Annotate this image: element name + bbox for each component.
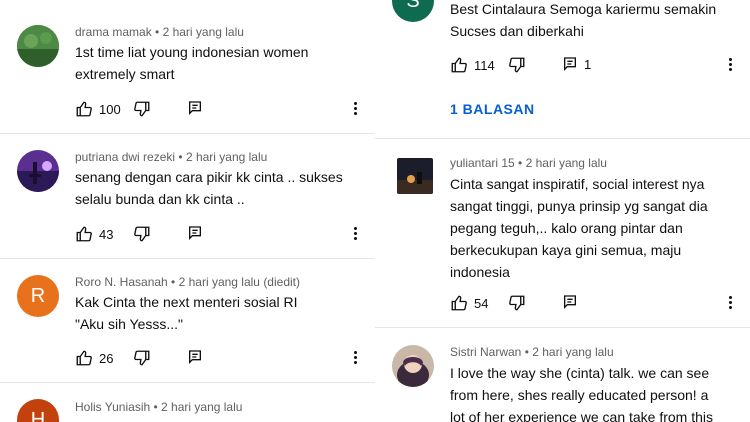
reply-icon	[564, 57, 576, 71]
like-count: 100	[99, 101, 121, 117]
comment-text: senang dengan cara pikir kk cinta .. suk…	[75, 169, 343, 207]
thumbs-down-icon	[134, 226, 150, 242]
comment-text: I love the way she (cinta) talk. we can …	[450, 365, 714, 422]
comment-time[interactable]: 2 hari yang lalu	[532, 345, 613, 359]
reply-icon	[564, 295, 576, 309]
like-count: 54	[474, 295, 489, 311]
like-button[interactable]: 100	[75, 100, 121, 118]
reply-button[interactable]	[187, 349, 203, 365]
avatar[interactable]: S	[392, 0, 434, 22]
reply-button[interactable]: 1	[562, 56, 591, 72]
avatar[interactable]	[392, 345, 434, 387]
comment-time[interactable]: 2 hari yang lalu	[186, 150, 267, 164]
reply-button[interactable]	[187, 100, 203, 116]
comment-time[interactable]: 2 hari yang lalu (diedit)	[179, 275, 300, 289]
comment-meta: Roro N. Hasanah • 2 hari yang lalu (died…	[75, 275, 300, 289]
more-options-icon[interactable]	[729, 56, 733, 73]
comment-author[interactable]: Sistri Narwan	[450, 345, 521, 359]
divider	[0, 258, 375, 259]
like-count: 43	[99, 226, 114, 242]
thumbs-down-icon	[134, 101, 150, 117]
comments-panel-left: drama mamak • 2 hari yang lalu 1st time …	[0, 0, 375, 422]
dislike-button[interactable]	[508, 56, 526, 74]
thumbs-up-icon	[76, 101, 92, 117]
avatar-letter: H	[30, 408, 46, 422]
divider	[375, 138, 750, 139]
divider	[375, 327, 750, 328]
comment-meta: Sistri Narwan • 2 hari yang lalu	[450, 345, 614, 359]
avatar[interactable]	[397, 158, 433, 194]
divider	[0, 133, 375, 134]
comment-meta: yuliantari 15 • 2 hari yang lalu	[450, 156, 607, 170]
comment-time[interactable]: 2 hari yang lalu	[163, 25, 244, 39]
comment-text: Best Cintalaura Semoga kariermu semakin S…	[450, 1, 717, 39]
comment-author[interactable]: yuliantari 15	[450, 156, 515, 170]
more-options-icon[interactable]	[354, 225, 358, 242]
avatar-letter: S	[406, 0, 420, 12]
comments-panel-right: S Best Cintalaura Semoga kariermu semaki…	[375, 0, 750, 422]
comment-text: 1st time liat young indonesian women extr…	[75, 44, 309, 82]
comment-text: Cinta sangat inspiratif, social interest…	[450, 176, 708, 280]
divider	[0, 382, 375, 383]
dislike-button[interactable]	[133, 349, 151, 367]
reply-icon	[189, 350, 201, 364]
comment-author[interactable]: putriana dwi rezeki	[75, 150, 175, 164]
avatar[interactable]: R	[17, 275, 59, 317]
comment-text: Kak Cinta the next menteri sosial RI "Aku…	[75, 294, 298, 332]
comment-author[interactable]: drama mamak	[75, 25, 152, 39]
thumbs-up-icon	[451, 295, 467, 311]
thumbs-down-icon	[509, 57, 525, 73]
comment-time[interactable]: 2 hari yang lalu	[161, 400, 242, 414]
thumbs-up-icon	[76, 226, 92, 242]
comment-meta: Holis Yuniasih • 2 hari yang lalu	[75, 400, 243, 414]
comment-author[interactable]: Holis Yuniasih	[75, 400, 150, 414]
comment-meta: putriana dwi rezeki • 2 hari yang lalu	[75, 150, 268, 164]
reply-button[interactable]	[562, 294, 578, 310]
avatar-letter: R	[30, 284, 46, 307]
reply-button[interactable]	[187, 225, 203, 241]
avatar[interactable]: H	[17, 399, 59, 422]
thumbs-up-icon	[76, 350, 92, 366]
dislike-button[interactable]	[508, 294, 526, 312]
like-button[interactable]: 26	[75, 349, 113, 367]
reply-icon	[189, 101, 201, 115]
dislike-button[interactable]	[133, 100, 151, 118]
reply-count: 1	[584, 56, 592, 72]
like-button[interactable]: 54	[450, 294, 488, 312]
comment-time[interactable]: 2 hari yang lalu	[526, 156, 607, 170]
like-button[interactable]: 43	[75, 225, 113, 243]
dislike-button[interactable]	[133, 225, 151, 243]
like-count: 114	[474, 57, 495, 73]
thumbs-up-icon	[451, 57, 467, 73]
more-options-icon[interactable]	[354, 349, 358, 366]
like-button[interactable]: 114	[450, 56, 495, 74]
comment-meta: drama mamak • 2 hari yang lalu	[75, 25, 244, 39]
more-options-icon[interactable]	[729, 294, 733, 311]
like-count: 26	[99, 350, 114, 366]
avatar[interactable]	[17, 25, 59, 67]
avatar[interactable]	[17, 150, 59, 192]
comment-author[interactable]: Roro N. Hasanah	[75, 275, 168, 289]
view-replies-link[interactable]: 1 BALASAN	[450, 101, 535, 117]
thumbs-down-icon	[509, 295, 525, 311]
more-options-icon[interactable]	[354, 100, 358, 117]
reply-icon	[189, 226, 201, 240]
thumbs-down-icon	[134, 350, 150, 366]
